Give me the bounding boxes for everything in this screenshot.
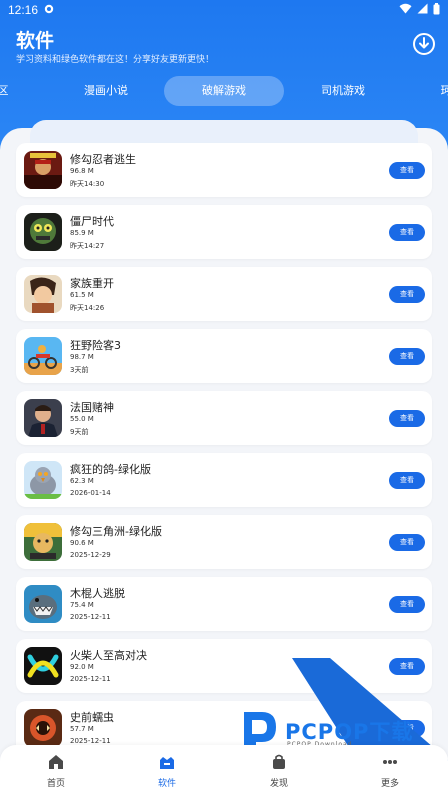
app-date: 9天前: [70, 428, 89, 436]
list-item[interactable]: 法国赌神 55.0 M 9天前 查看: [16, 391, 432, 445]
app-name: 史前蠕虫: [70, 711, 114, 724]
nav-label: 发现: [269, 779, 288, 789]
view-button[interactable]: 查看: [389, 286, 425, 303]
app-name: 家族重开: [70, 277, 114, 290]
view-button[interactable]: 查看: [389, 720, 425, 737]
app-size: 62.3 M: [70, 477, 94, 485]
view-button[interactable]: 查看: [389, 658, 425, 675]
app-date: 2026-01-14: [70, 489, 111, 497]
list-item[interactable]: 疯狂的鸽-绿化版 62.3 M 2026-01-14 查看: [16, 453, 432, 507]
list-item[interactable]: 家族重开 61.5 M 昨天14:26 查看: [16, 267, 432, 321]
app-date: 2025-12-29: [70, 551, 111, 559]
nav-discover[interactable]: 发现: [249, 753, 309, 789]
software-icon: [160, 757, 174, 769]
view-button[interactable]: 查看: [389, 534, 425, 551]
app-date: 2025-12-11: [70, 737, 111, 745]
view-button[interactable]: 查看: [389, 596, 425, 613]
bike-game-icon: [24, 337, 62, 375]
nav-home[interactable]: 首页: [26, 753, 86, 789]
tab-partial-left[interactable]: 区: [0, 76, 12, 106]
gambler-game-icon: [24, 399, 62, 437]
tab-cracked-games[interactable]: 破解游戏: [164, 76, 284, 106]
shark-game-icon: [24, 585, 62, 623]
zombie-game-icon: [24, 213, 62, 251]
app-name: 法国赌神: [70, 401, 114, 414]
app-date: 昨天14:27: [70, 242, 105, 250]
app-date: 2025-12-11: [70, 613, 111, 621]
pigeon-game-icon: [24, 461, 62, 499]
status-bar: 12:16: [0, 0, 448, 20]
notification-icon: [44, 4, 54, 17]
download-button[interactable]: [410, 30, 438, 58]
app-size: 55.0 M: [70, 415, 94, 423]
app-size: 90.6 M: [70, 539, 94, 547]
list-item[interactable]: 修勾三角洲-绿化版 90.6 M 2025-12-29 查看: [16, 515, 432, 569]
app-name: 火柴人至高对决: [70, 649, 147, 662]
family-game-icon: [24, 275, 62, 313]
more-icon: [383, 760, 397, 764]
app-name: 疯狂的鸽-绿化版: [70, 463, 151, 476]
signal-icon: [417, 3, 428, 17]
wifi-icon: [399, 3, 412, 17]
tab-partial-right[interactable]: 珂: [436, 76, 448, 106]
discover-bag-icon: [273, 754, 285, 769]
nav-label: 软件: [157, 779, 176, 789]
app-name: 木棍人逃脱: [70, 587, 125, 600]
view-button[interactable]: 查看: [389, 162, 425, 179]
app-date: 昨天14:26: [70, 304, 105, 312]
list-item[interactable]: 狂野险客3 98.7 M 3天前 查看: [16, 329, 432, 383]
app-date: 2025-12-11: [70, 675, 111, 683]
nav-software[interactable]: 软件: [137, 753, 197, 789]
view-button[interactable]: 查看: [389, 472, 425, 489]
app-name: 修勾三角洲-绿化版: [70, 525, 162, 538]
stickman-game-icon: [24, 647, 62, 685]
nav-label: 首页: [46, 779, 65, 789]
app-size: 85.9 M: [70, 229, 94, 237]
view-button[interactable]: 查看: [389, 224, 425, 241]
app-size: 57.7 M: [70, 725, 94, 733]
status-time: 12:16: [8, 3, 39, 17]
view-button[interactable]: 查看: [389, 410, 425, 427]
app-name: 修勾忍者逃生: [70, 153, 136, 166]
worm-game-icon: [24, 709, 62, 747]
app-date: 3天前: [70, 366, 89, 374]
page-subtitle: 学习资料和绿色软件都在这！分享好友更新更快！: [16, 55, 215, 65]
app-name: 僵尸时代: [70, 215, 114, 228]
list-item[interactable]: 木棍人逃脱 75.4 M 2025-12-11 查看: [16, 577, 432, 631]
list-item[interactable]: 火柴人至高对决 92.0 M 2025-12-11 查看: [16, 639, 432, 693]
home-icon: [49, 755, 63, 769]
app-name: 狂野险客3: [70, 339, 121, 352]
battery-icon: [433, 2, 440, 18]
dog-delta-game-icon: [24, 523, 62, 561]
list-item[interactable]: 僵尸时代 85.9 M 昨天14:27 查看: [16, 205, 432, 259]
nav-label: 更多: [380, 779, 399, 789]
app-size: 75.4 M: [70, 601, 94, 609]
category-tabs: 区 漫画小说 破解游戏 司机游戏 珂: [0, 76, 448, 106]
list-item[interactable]: 修勾忍者逃生 96.8 M 昨天14:30 查看: [16, 143, 432, 197]
bottom-nav: 首页 软件 发现 更多: [0, 745, 448, 796]
app-size: 98.7 M: [70, 353, 94, 361]
app-size: 96.8 M: [70, 167, 94, 175]
download-icon: [413, 33, 435, 55]
tab-driver-games[interactable]: 司机游戏: [298, 76, 388, 106]
ninja-game-icon: [24, 151, 62, 189]
tab-comics-novels[interactable]: 漫画小说: [62, 76, 150, 106]
app-size: 61.5 M: [70, 291, 94, 299]
nav-more[interactable]: 更多: [360, 753, 420, 789]
view-button[interactable]: 查看: [389, 348, 425, 365]
app-date: 昨天14:30: [70, 180, 105, 188]
page-title: 软件: [16, 30, 55, 52]
app-size: 92.0 M: [70, 663, 94, 671]
